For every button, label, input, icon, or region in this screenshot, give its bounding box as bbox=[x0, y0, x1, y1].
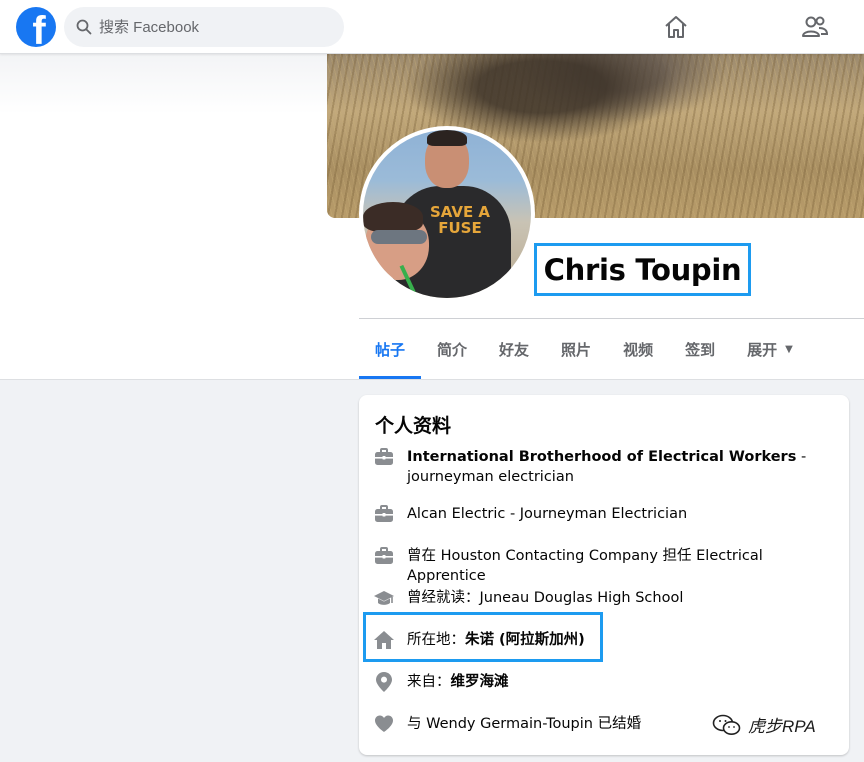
tab-posts-label: 帖子 bbox=[375, 340, 406, 359]
tab-about-label: 简介 bbox=[437, 340, 468, 359]
tab-friends-label: 好友 bbox=[499, 340, 530, 359]
workplace-text: Alcan Electric - Journeyman Electrician bbox=[407, 506, 688, 522]
watermark-text: 虎步RPA bbox=[748, 717, 816, 736]
avatar-second-person-hair bbox=[363, 202, 423, 232]
tab-videos-label: 视频 bbox=[623, 340, 654, 359]
graduation-cap-icon bbox=[373, 588, 395, 608]
avatar-shirt-text: SAVE A FUSE bbox=[429, 203, 491, 237]
profile-name-highlight: Chris Toupin bbox=[534, 243, 751, 296]
intro-item-work-1: International Brotherhood of Electrical … bbox=[373, 447, 841, 487]
avatar-sunglasses bbox=[371, 230, 427, 244]
relationship-prefix: 与 bbox=[407, 716, 427, 732]
profile-avatar[interactable]: SAVE A FUSE bbox=[359, 126, 535, 302]
avatar-person-hair bbox=[427, 130, 467, 146]
intro-item-education: 曾经就读：Juneau Douglas High School bbox=[373, 588, 841, 608]
education-prefix: 曾经就读： bbox=[407, 590, 480, 606]
location-pin-icon bbox=[373, 672, 395, 692]
tab-more-label: 展开 bbox=[747, 340, 778, 359]
hometown-link[interactable]: 维罗海滩 bbox=[451, 674, 509, 690]
intro-title: 个人资料 bbox=[375, 415, 452, 437]
current-city-highlight bbox=[363, 612, 603, 662]
workplace-link[interactable]: International Brotherhood of Electrical … bbox=[407, 449, 796, 465]
facebook-logo[interactable]: f bbox=[16, 7, 56, 47]
tab-videos[interactable]: 视频 bbox=[607, 319, 669, 379]
friends-icon bbox=[802, 16, 829, 37]
profile-name: Chris Toupin bbox=[543, 252, 742, 287]
intro-item-work-3: 曾在 Houston Contacting Company 担任 Electri… bbox=[373, 546, 841, 586]
home-outline-icon bbox=[665, 16, 687, 38]
hometown-prefix: 来自： bbox=[407, 674, 451, 690]
search-icon bbox=[76, 19, 92, 35]
profile-tabs: 帖子 简介 好友 照片 视频 签到 展开 ▼ bbox=[359, 319, 809, 379]
intro-card: 个人资料 International Brotherhood of Electr… bbox=[359, 395, 849, 755]
tab-photos-label: 照片 bbox=[561, 340, 592, 359]
home-nav-button[interactable] bbox=[661, 12, 691, 42]
search-box[interactable] bbox=[64, 7, 344, 47]
school-link[interactable]: Juneau Douglas High School bbox=[480, 590, 684, 606]
briefcase-icon bbox=[373, 546, 395, 566]
watermark: 虎步RPA bbox=[712, 712, 816, 737]
top-navigation-bar: f bbox=[0, 0, 864, 54]
tab-about[interactable]: 简介 bbox=[421, 319, 483, 379]
tab-photos[interactable]: 照片 bbox=[545, 319, 607, 379]
relationship-suffix: 已结婚 bbox=[592, 716, 642, 732]
left-column-shade bbox=[0, 54, 328, 114]
intro-item-hometown: 来自：维罗海滩 bbox=[373, 672, 841, 692]
tab-posts[interactable]: 帖子 bbox=[359, 319, 422, 379]
caret-down-icon: ▼ bbox=[785, 343, 793, 355]
wechat-icon bbox=[712, 714, 741, 735]
tab-friends[interactable]: 好友 bbox=[483, 319, 545, 379]
facebook-logo-letter: f bbox=[32, 9, 46, 47]
past-workplace-text: 曾在 Houston Contacting Company 担任 Electri… bbox=[407, 548, 763, 584]
tab-checkins[interactable]: 签到 bbox=[669, 319, 731, 379]
tab-more[interactable]: 展开 ▼ bbox=[731, 319, 809, 379]
avatar-photo: SAVE A FUSE bbox=[363, 130, 531, 298]
briefcase-icon bbox=[373, 504, 395, 524]
intro-item-work-2: Alcan Electric - Journeyman Electrician bbox=[373, 504, 841, 524]
tab-checkins-label: 签到 bbox=[685, 340, 716, 359]
friends-nav-button[interactable] bbox=[800, 12, 830, 42]
search-input[interactable] bbox=[99, 18, 319, 36]
partner-link[interactable]: Wendy Germain-Toupin bbox=[426, 716, 593, 732]
heart-icon bbox=[373, 714, 395, 734]
briefcase-icon bbox=[373, 447, 395, 467]
